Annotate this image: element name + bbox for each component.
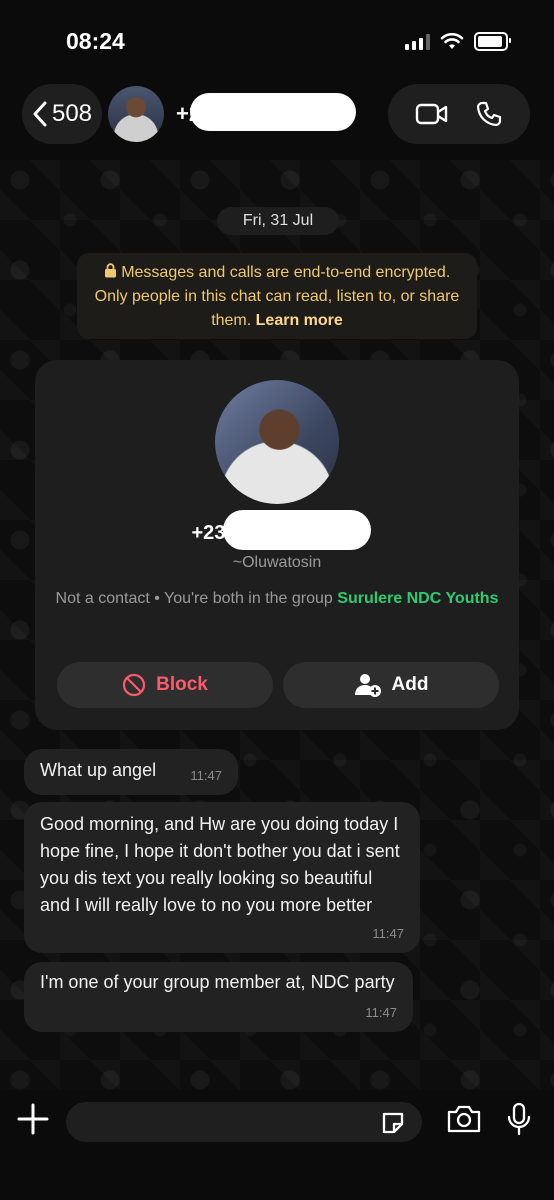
call-actions [388, 84, 530, 144]
status-time: 08:24 [66, 28, 125, 54]
message-time: 11:47 [372, 926, 404, 941]
message-composer [0, 1090, 554, 1200]
add-label: Add [391, 674, 429, 695]
message-bubble[interactable]: Good morning, and Hw are you doing today… [24, 802, 420, 953]
date-divider: Fri, 31 Jul [217, 207, 339, 235]
contact-info-card: +234 ~Oluwatosin Not a contact • You're … [35, 360, 519, 730]
avatar [108, 86, 164, 142]
unread-count: 508 [51, 100, 93, 127]
block-icon [123, 673, 146, 697]
group-link[interactable]: Surulere NDC Youths [337, 590, 498, 607]
block-label: Block [156, 674, 208, 695]
signal-icon [405, 33, 430, 50]
plus-icon[interactable] [16, 1102, 50, 1136]
back-button[interactable]: 508 [22, 84, 102, 144]
message-time: 11:47 [190, 768, 222, 783]
mic-icon[interactable] [506, 1102, 532, 1136]
redaction-mark [190, 93, 356, 131]
message-bubble[interactable]: I'm one of your group member at, NDC par… [24, 962, 413, 1032]
contact-alias: ~Oluwatosin [232, 554, 322, 571]
status-bar: 08:24 [0, 0, 554, 80]
message-time: 11:47 [365, 1005, 397, 1020]
battery-icon [474, 32, 511, 51]
back-chevron-icon [33, 101, 47, 127]
learn-more-link[interactable]: Learn more [256, 312, 343, 329]
redaction-mark [223, 510, 371, 550]
contact-avatar-large[interactable] [215, 380, 339, 504]
contact-header-button[interactable]: +2... [108, 84, 378, 144]
block-button[interactable]: Block [57, 662, 273, 708]
add-contact-button[interactable]: Add [283, 662, 499, 708]
encryption-notice[interactable]: Messages and calls are end-to-end encryp… [77, 253, 477, 339]
add-contact-icon [354, 674, 381, 697]
lock-icon [104, 263, 116, 278]
contact-name: +2... [176, 93, 356, 131]
camera-icon[interactable] [446, 1104, 482, 1134]
phone-icon[interactable] [475, 100, 503, 128]
status-icons [405, 32, 511, 51]
message-bubble[interactable]: What up angel 11:47 [24, 749, 238, 795]
wifi-icon [440, 32, 464, 49]
video-call-icon[interactable] [415, 102, 449, 126]
sticker-icon[interactable] [380, 1110, 406, 1136]
contact-context: Not a contact • You're both in the group… [55, 590, 499, 607]
message-input[interactable] [66, 1102, 422, 1142]
chat-header: 508 +2... [0, 80, 554, 160]
